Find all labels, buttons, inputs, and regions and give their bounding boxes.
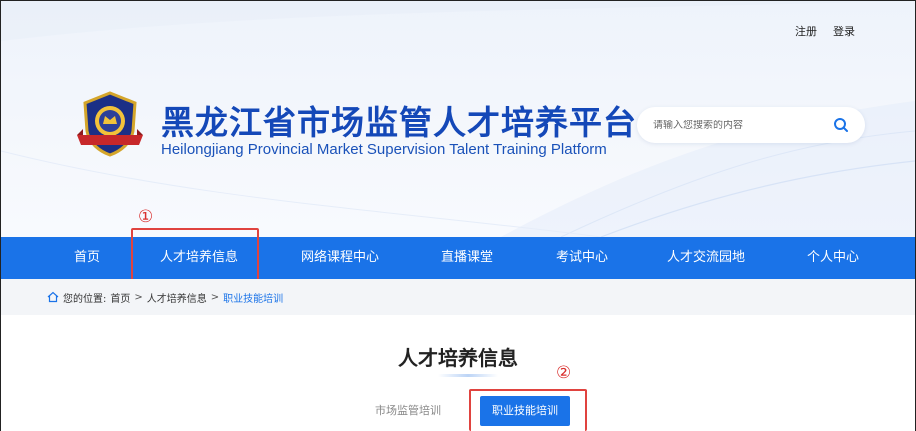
search-input[interactable] [653,119,813,131]
breadcrumb-talent-info[interactable]: 人才培养信息 [147,290,207,305]
register-link[interactable]: 注册 [795,23,817,39]
title-underline [438,374,498,377]
nav-item-online-courses[interactable]: 网络课程中心 [301,237,379,279]
annotation-marker-1: ① [138,207,154,227]
highlight-box-nav [131,228,259,282]
highlight-box-tab [469,389,587,431]
nav-item-home[interactable]: 首页 [74,237,100,279]
nav-item-personal-center[interactable]: 个人中心 [807,237,859,279]
nav-item-live-class[interactable]: 直播课堂 [441,237,493,279]
breadcrumb-prefix: 您的位置: [63,293,107,305]
search-box [637,107,865,143]
breadcrumb-current: 职业技能培训 [223,293,284,305]
auth-links: 注册 登录 [795,23,855,39]
annotation-marker-2: ② [556,363,572,383]
breadcrumb-separator: > [134,291,143,303]
site-subtitle: Heilongjiang Provincial Market Supervisi… [161,141,607,158]
nav-item-talent-exchange[interactable]: 人才交流园地 [667,237,745,279]
emblem-icon[interactable] [75,89,145,159]
breadcrumb: 您的位置: 首页 > 人才培养信息 > 职业技能培训 [1,279,915,315]
header-banner: 注册 登录 黑龙江省市场监管人才培养平台 Heilongjiang Provin… [1,1,915,237]
tab-market-supervision-training[interactable]: 市场监管培训 [362,396,454,426]
login-link[interactable]: 登录 [833,23,855,39]
site-title: 黑龙江省市场监管人才培养平台 [161,103,637,142]
breadcrumb-separator: > [210,291,220,303]
search-icon[interactable] [833,117,849,133]
home-icon [47,291,59,303]
nav-item-exam-center[interactable]: 考试中心 [556,237,608,279]
breadcrumb-home[interactable]: 首页 [110,290,130,305]
page-title: 人才培养信息 [398,346,518,370]
